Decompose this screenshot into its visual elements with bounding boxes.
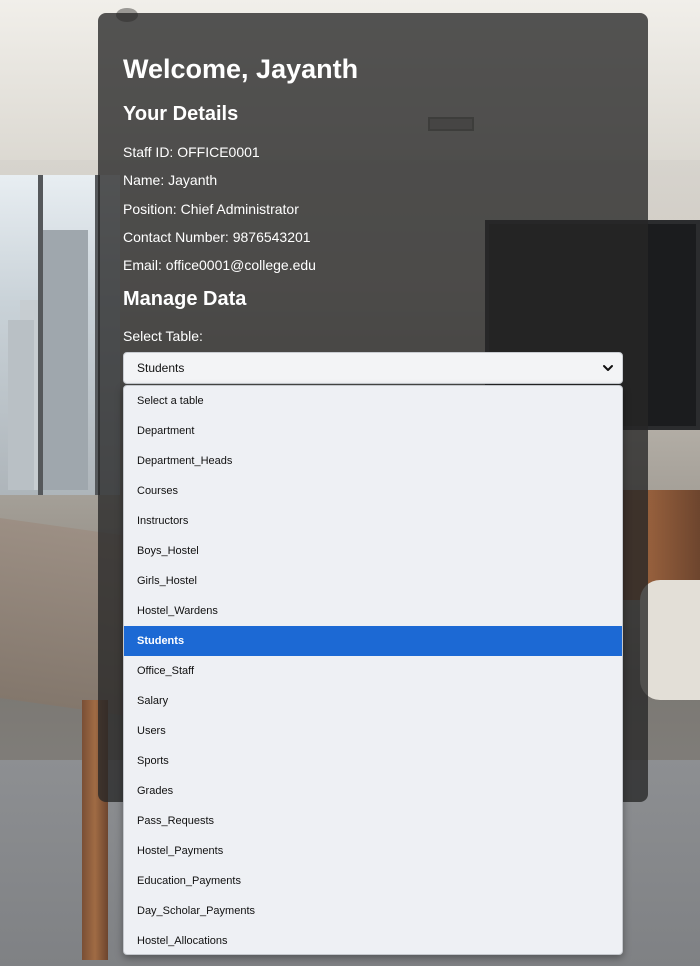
- staff-position: Position: Chief Administrator: [123, 201, 299, 217]
- table-dropdown-list[interactable]: Select a table Department Department_Heads…: [123, 385, 623, 955]
- staff-id: Staff ID: OFFICE0001: [123, 144, 260, 160]
- dropdown-option-students[interactable]: Students: [124, 626, 622, 656]
- dropdown-option-department-heads[interactable]: Department_Heads: [124, 446, 622, 476]
- dropdown-option-users[interactable]: Users: [124, 716, 622, 746]
- building: [8, 320, 34, 490]
- dropdown-option-grades[interactable]: Grades: [124, 776, 622, 806]
- manage-heading: Manage Data: [123, 288, 247, 310]
- table-select[interactable]: Students: [123, 352, 623, 384]
- details-heading: Your Details: [123, 103, 239, 125]
- dropdown-option-sports[interactable]: Sports: [124, 746, 622, 776]
- dropdown-option-boys-hostel[interactable]: Boys_Hostel: [124, 536, 622, 566]
- chair: [640, 580, 700, 700]
- table-select-value: Students: [137, 361, 185, 375]
- dropdown-option-salary[interactable]: Salary: [124, 686, 622, 716]
- dropdown-option-hostel-wardens[interactable]: Hostel_Wardens: [124, 596, 622, 626]
- staff-contact: Contact Number: 9876543201: [123, 229, 311, 245]
- dropdown-option-instructors[interactable]: Instructors: [124, 506, 622, 536]
- dropdown-option-pass-requests[interactable]: Pass_Requests: [124, 806, 622, 836]
- dropdown-option-hostel-payments[interactable]: Hostel_Payments: [124, 836, 622, 866]
- dropdown-option-select-a-table[interactable]: Select a table: [124, 386, 622, 416]
- dropdown-option-courses[interactable]: Courses: [124, 476, 622, 506]
- welcome-title: Welcome, Jayanth: [123, 54, 359, 84]
- dropdown-option-hostel-allocations[interactable]: Hostel_Allocations: [124, 926, 622, 954]
- dropdown-option-girls-hostel[interactable]: Girls_Hostel: [124, 566, 622, 596]
- dropdown-option-department[interactable]: Department: [124, 416, 622, 446]
- window-frame: [38, 175, 43, 495]
- chevron-down-icon: [603, 365, 613, 371]
- dropdown-option-education-payments[interactable]: Education_Payments: [124, 866, 622, 896]
- staff-name: Name: Jayanth: [123, 172, 218, 188]
- building: [40, 230, 88, 490]
- select-table-label: Select Table:: [123, 328, 203, 344]
- staff-email: Email: office0001@college.edu: [123, 257, 316, 273]
- dropdown-option-office-staff[interactable]: Office_Staff: [124, 656, 622, 686]
- dropdown-option-day-scholar-payments[interactable]: Day_Scholar_Payments: [124, 896, 622, 926]
